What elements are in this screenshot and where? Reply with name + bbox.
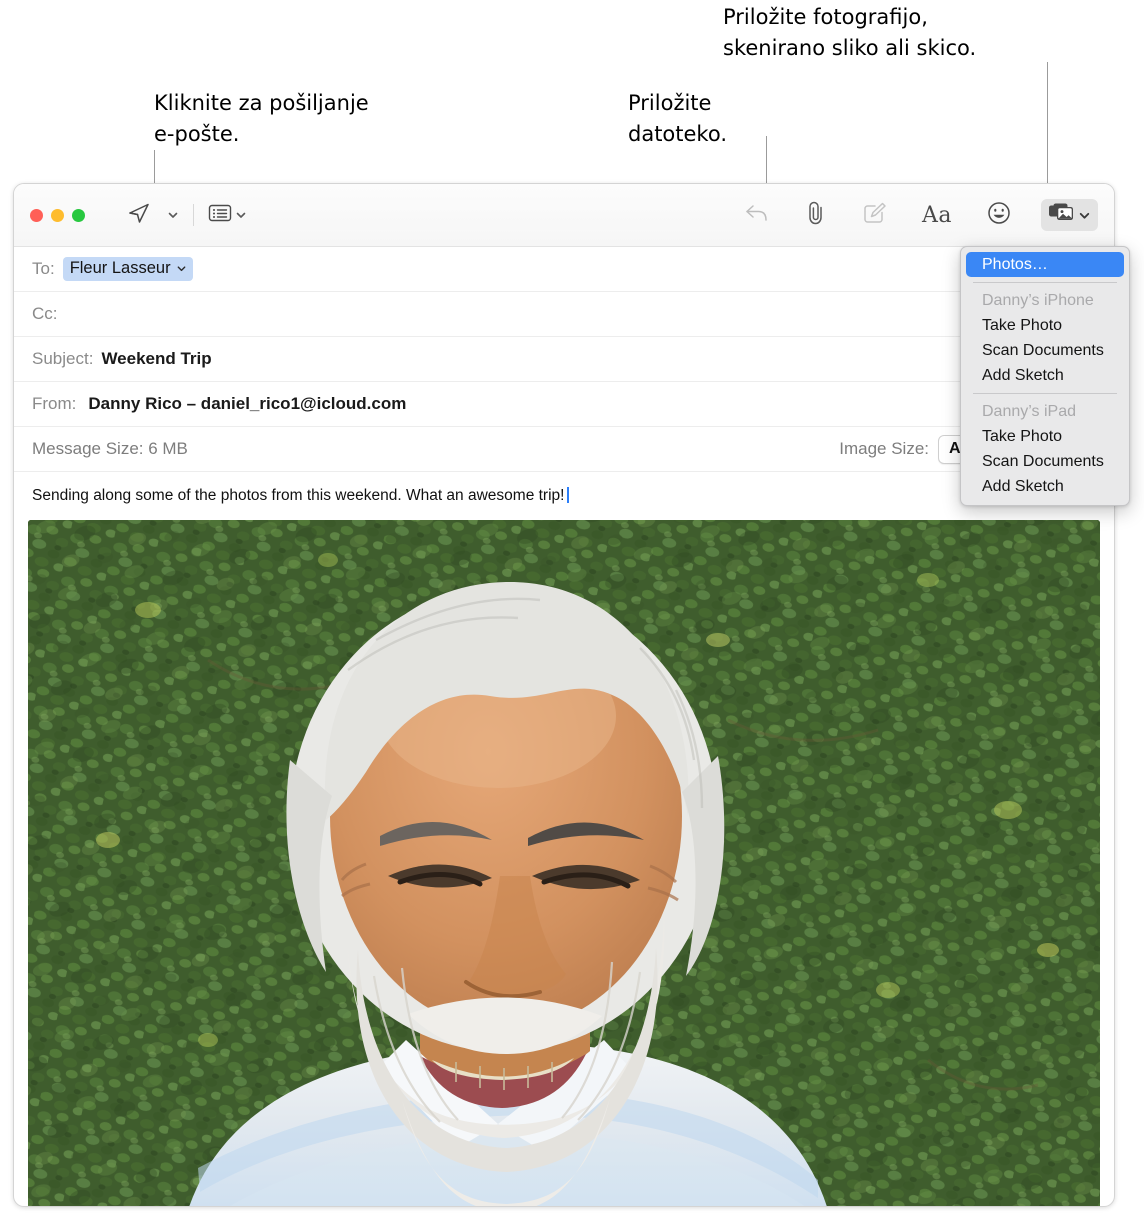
chevron-down-icon [1078, 209, 1091, 222]
menu-header-label: Danny’s iPhone [982, 291, 1094, 309]
menu-item-label: Add Sketch [982, 366, 1064, 384]
to-field-label: To: [32, 259, 55, 278]
menu-header-danny-iphone: Danny’s iPhone [966, 288, 1124, 313]
toolbar-right-group: Aa [739, 199, 1098, 231]
photo-attachment[interactable] [28, 520, 1100, 1206]
emoji-button[interactable] [981, 199, 1017, 231]
subject-field-value: Weekend Trip [101, 349, 212, 368]
recipient-token-fleur-lasseur[interactable]: Fleur Lasseur [62, 257, 193, 281]
format-label: Aa [921, 202, 952, 228]
callout-send-email: Kliknite za pošiljanje e-pošte. [154, 91, 369, 146]
photo-browser-button[interactable] [1041, 199, 1098, 231]
window-controls [30, 208, 85, 222]
menu-item-label: Photos… [982, 255, 1048, 273]
toolbar-left-group [121, 199, 252, 231]
callout-attach-photo: Priložite fotografijo, skenirano sliko a… [723, 5, 977, 60]
chevron-down-icon [235, 209, 247, 221]
stationery-button[interactable] [203, 199, 252, 231]
from-field-row[interactable]: From: Danny Rico – daniel_rico1@icloud.c… [14, 382, 1114, 427]
menu-item-label: Take Photo [982, 427, 1063, 445]
minimize-button[interactable] [51, 208, 64, 222]
message-size-label: Message Size: 6 MB [32, 439, 188, 458]
to-field-row[interactable]: To: Fleur Lasseur [14, 247, 1114, 292]
photo-stack-icon [1048, 202, 1075, 229]
menu-item-label: Scan Documents [982, 341, 1104, 359]
reply-button[interactable] [739, 199, 775, 231]
menu-item-iphone-add-sketch[interactable]: Add Sketch [966, 363, 1124, 388]
menu-item-label: Take Photo [982, 316, 1063, 334]
callout-leader-line-photo [1047, 62, 1048, 198]
smiley-face-icon [986, 200, 1012, 231]
mail-compose-window: Aa To: Fleur Lasseur Cc: Subject: Weeken… [13, 183, 1115, 1207]
menu-separator [973, 282, 1117, 283]
send-options-button[interactable] [159, 199, 184, 231]
message-body[interactable]: Sending along some of the photos from th… [14, 472, 1114, 516]
close-button[interactable] [30, 208, 43, 222]
from-field-label: From: [32, 394, 77, 413]
menu-header-danny-ipad: Danny’s iPad [966, 399, 1124, 424]
cc-field-row[interactable]: Cc: [14, 292, 1114, 337]
size-row: Message Size: 6 MB Image Size: Actual Si… [14, 427, 1114, 472]
send-paper-plane-icon [126, 200, 152, 231]
chevron-down-icon [167, 209, 179, 221]
subject-field-label: Subject: [32, 349, 94, 368]
subject-field-row[interactable]: Subject: Weekend Trip [14, 337, 1114, 382]
menu-item-label: Add Sketch [982, 477, 1064, 495]
compose-toolbar: Aa [14, 184, 1114, 247]
menu-item-iphone-scan-documents[interactable]: Scan Documents [966, 338, 1124, 363]
attach-file-button[interactable] [799, 199, 833, 231]
stationery-list-icon [208, 203, 232, 228]
menu-header-label: Danny’s iPad [982, 402, 1076, 420]
menu-item-ipad-add-sketch[interactable]: Add Sketch [966, 474, 1124, 499]
from-field-value: Danny Rico – daniel_rico1@icloud.com [88, 394, 407, 413]
text-caret [567, 487, 570, 503]
message-body-text: Sending along some of the photos from th… [32, 487, 565, 504]
menu-item-iphone-take-photo[interactable]: Take Photo [966, 313, 1124, 338]
markup-pencil-icon [862, 201, 888, 230]
paperclip-icon [804, 200, 828, 231]
callout-attach-file: Priložite datoteko. [628, 91, 728, 146]
cc-field-label: Cc: [32, 304, 58, 323]
send-button[interactable] [121, 199, 157, 231]
image-size-label: Image Size: [839, 439, 929, 458]
format-button[interactable]: Aa [917, 199, 957, 231]
photo-attachment-image [28, 520, 1100, 1206]
compose-header-fields: To: Fleur Lasseur Cc: Subject: Weekend T… [14, 247, 1114, 472]
chevron-down-icon [176, 263, 187, 274]
zoom-button[interactable] [72, 208, 85, 222]
menu-item-ipad-take-photo[interactable]: Take Photo [966, 424, 1124, 449]
reply-arrow-icon [744, 202, 770, 229]
toolbar-separator [193, 204, 194, 226]
markup-button[interactable] [857, 199, 893, 231]
menu-item-ipad-scan-documents[interactable]: Scan Documents [966, 449, 1124, 474]
recipient-token-label: Fleur Lasseur [69, 259, 171, 277]
menu-item-photos[interactable]: Photos… [966, 252, 1124, 277]
menu-item-label: Scan Documents [982, 452, 1104, 470]
photo-attach-menu: Photos… Danny’s iPhone Take Photo Scan D… [960, 246, 1130, 506]
menu-separator [973, 393, 1117, 394]
